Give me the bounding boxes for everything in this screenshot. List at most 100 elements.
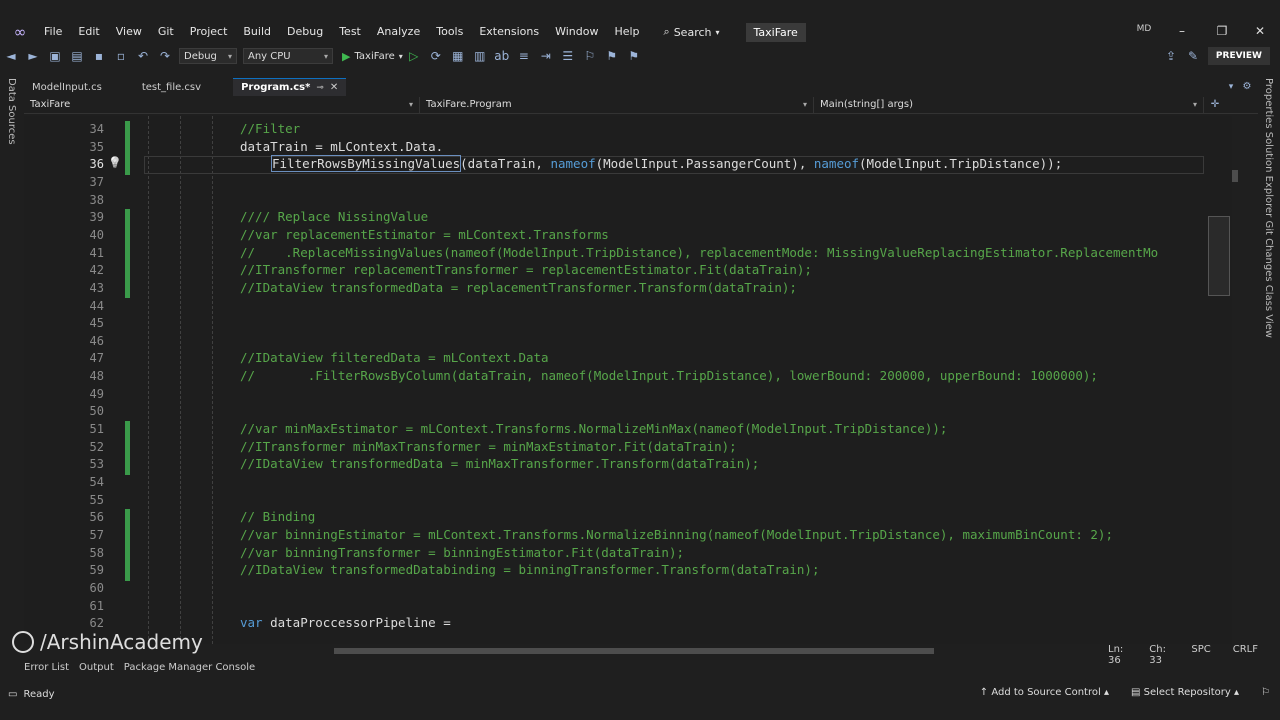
film-reel-icon bbox=[12, 631, 34, 653]
spell-check-icon[interactable]: ab bbox=[493, 47, 511, 65]
maximize-icon[interactable]: ❐ bbox=[1212, 22, 1232, 40]
line-number: 51 bbox=[89, 422, 104, 437]
menu-help[interactable]: Help bbox=[606, 21, 647, 43]
hot-reload-icon[interactable]: ⟳ bbox=[427, 47, 445, 65]
split-icon[interactable]: ✛ bbox=[1206, 96, 1224, 114]
minimap-viewport[interactable] bbox=[1208, 216, 1230, 296]
line-number: 45 bbox=[89, 316, 104, 331]
close-icon[interactable]: ✕ bbox=[1250, 22, 1270, 40]
code-line[interactable]: //IDataView transformedData = replacemen… bbox=[240, 280, 797, 295]
layout-icon[interactable]: ▥ bbox=[471, 47, 489, 65]
forward-icon[interactable]: ► bbox=[24, 47, 42, 65]
comment-icon[interactable]: ☰ bbox=[559, 47, 577, 65]
code-line[interactable]: dataTrain = mLContext.Data. bbox=[240, 139, 443, 154]
line-ending[interactable]: CRLF bbox=[1233, 644, 1258, 666]
redo-icon[interactable]: ↷ bbox=[156, 47, 174, 65]
code-line[interactable]: // Binding bbox=[240, 509, 315, 524]
next-bookmark-icon[interactable]: ⚑ bbox=[625, 47, 643, 65]
menu-test[interactable]: Test bbox=[331, 21, 369, 43]
code-line[interactable]: //IDataView transformedData = minMaxTran… bbox=[240, 456, 759, 471]
project-dropdown[interactable]: TaxiFare ▾ bbox=[24, 96, 420, 113]
tab-error-list[interactable]: Error List bbox=[24, 662, 69, 678]
right-panel-tabs[interactable]: Properties Solution Explorer Git Changes… bbox=[1263, 78, 1274, 338]
menu-file[interactable]: File bbox=[36, 21, 70, 43]
menu-debug[interactable]: Debug bbox=[279, 21, 331, 43]
code-line[interactable]: //IDataView transformedDatabinding = bin… bbox=[240, 562, 819, 577]
line-number: 41 bbox=[89, 245, 104, 260]
change-indicator bbox=[125, 279, 130, 299]
code-line[interactable]: //ITransformer minMaxTransformer = minMa… bbox=[240, 439, 737, 454]
config-select[interactable]: Debug ▾ bbox=[179, 48, 237, 64]
whitespace-mode[interactable]: SPC bbox=[1191, 644, 1210, 666]
menu-analyze[interactable]: Analyze bbox=[369, 21, 428, 43]
horizontal-scrollbar[interactable] bbox=[324, 648, 1114, 654]
search-button[interactable]: ⌕ Search ▾ bbox=[656, 25, 728, 39]
menu-git[interactable]: Git bbox=[150, 21, 182, 43]
new-project-icon[interactable]: ▣ bbox=[46, 47, 64, 65]
feedback-icon[interactable]: ✎ bbox=[1184, 47, 1202, 65]
code-line[interactable]: //var binningTransformer = binningEstima… bbox=[240, 545, 684, 560]
code-editor[interactable]: 34 //Filter 35 dataTrain = mLContext.Data. 3… bbox=[24, 116, 1220, 644]
open-folder-icon[interactable]: ▤ bbox=[68, 47, 86, 65]
code-line[interactable]: //var replacementEstimator = mLContext.T… bbox=[240, 227, 609, 242]
close-icon[interactable]: ✕ bbox=[330, 82, 338, 93]
indent-icon[interactable]: ⇥ bbox=[537, 47, 555, 65]
code-line[interactable]: //ITransformer replacementTransformer = … bbox=[240, 262, 812, 277]
scrollbar-thumb[interactable] bbox=[1232, 170, 1238, 182]
code-line[interactable]: // .FilterRowsByColumn(dataTrain, nameof… bbox=[240, 368, 1098, 383]
prev-bookmark-icon[interactable]: ⚑ bbox=[603, 47, 621, 65]
tab-package-manager-console[interactable]: Package Manager Console bbox=[124, 662, 255, 678]
class-dropdown[interactable]: TaxiFare.Program ▾ bbox=[420, 96, 814, 113]
code-minimap[interactable] bbox=[1204, 116, 1232, 644]
start-without-debugging-icon[interactable]: ▷ bbox=[405, 47, 423, 65]
line-number: 62 bbox=[89, 616, 104, 631]
code-line[interactable]: FilterRowsByMissingValues(dataTrain, nam… bbox=[270, 155, 1062, 173]
line-number: 53 bbox=[89, 457, 104, 472]
code-line[interactable]: //// Replace NissingValue bbox=[240, 209, 428, 224]
pin-icon[interactable]: ⊸ bbox=[316, 83, 324, 93]
scrollbar-thumb[interactable] bbox=[334, 648, 934, 654]
start-debugging-button[interactable]: ▶ TaxiFare ▾ bbox=[342, 50, 403, 63]
menu-window[interactable]: Window bbox=[547, 21, 606, 43]
vertical-scrollbar[interactable] bbox=[1230, 116, 1240, 644]
add-to-source-control-button[interactable]: ↑ Add to Source Control ▴ bbox=[980, 687, 1109, 698]
preview-button[interactable]: PREVIEW bbox=[1207, 47, 1270, 65]
arrow-up-icon: ↑ bbox=[979, 687, 989, 698]
member-dropdown[interactable]: Main(string[] args) ▾ bbox=[814, 96, 1204, 113]
lightbulb-icon[interactable]: 💡 bbox=[108, 156, 122, 169]
browser-icon[interactable]: ▦ bbox=[449, 47, 467, 65]
back-icon[interactable]: ◄ bbox=[2, 47, 20, 65]
share-icon[interactable]: ⇪ bbox=[1162, 47, 1180, 65]
bookmark-icon[interactable]: ⚐ bbox=[581, 47, 599, 65]
menu-project[interactable]: Project bbox=[182, 21, 236, 43]
code-line[interactable]: var dataProccessorPipeline = bbox=[240, 615, 451, 630]
tab-output[interactable]: Output bbox=[79, 662, 114, 678]
code-line[interactable]: //IDataView filteredData = mLContext.Dat… bbox=[240, 350, 549, 365]
tab-test-file[interactable]: test_file.csv bbox=[134, 78, 209, 96]
menu-build[interactable]: Build bbox=[235, 21, 279, 43]
tab-modelinput[interactable]: ModelInput.cs bbox=[24, 78, 110, 96]
config-value: Debug bbox=[184, 50, 217, 62]
menu-edit[interactable]: Edit bbox=[70, 21, 107, 43]
menu-extensions[interactable]: Extensions bbox=[471, 21, 547, 43]
select-repository-button[interactable]: ▤ Select Repository ▴ bbox=[1131, 687, 1239, 698]
menu-tools[interactable]: Tools bbox=[428, 21, 471, 43]
repository-icon: ▤ bbox=[1130, 687, 1141, 698]
status-right: ↑ Add to Source Control ▴ ▤ Select Repos… bbox=[980, 687, 1270, 698]
notifications-icon[interactable]: ⚐ bbox=[1261, 687, 1270, 698]
code-line[interactable]: //Filter bbox=[240, 121, 300, 136]
user-avatar[interactable]: MD bbox=[1134, 24, 1154, 40]
undo-icon[interactable]: ↶ bbox=[134, 47, 152, 65]
settings-icon[interactable]: ⚙ bbox=[1238, 78, 1256, 96]
code-line[interactable]: //var binningEstimator = mLContext.Trans… bbox=[240, 527, 1113, 542]
minimize-icon[interactable]: – bbox=[1172, 22, 1192, 40]
save-icon[interactable]: ▪ bbox=[90, 47, 108, 65]
save-all-icon[interactable]: ▫ bbox=[112, 47, 130, 65]
code-line[interactable]: //var minMaxEstimator = mLContext.Transf… bbox=[240, 421, 947, 436]
platform-select[interactable]: Any CPU ▾ bbox=[243, 48, 333, 64]
format-icon[interactable]: ≡ bbox=[515, 47, 533, 65]
code-line[interactable]: // .ReplaceMissingValues(nameof(ModelInp… bbox=[240, 245, 1158, 260]
tab-program[interactable]: Program.cs* ⊸ ✕ bbox=[233, 78, 347, 96]
menu-view[interactable]: View bbox=[108, 21, 150, 43]
data-sources-tab[interactable]: Data Sources bbox=[6, 78, 17, 145]
